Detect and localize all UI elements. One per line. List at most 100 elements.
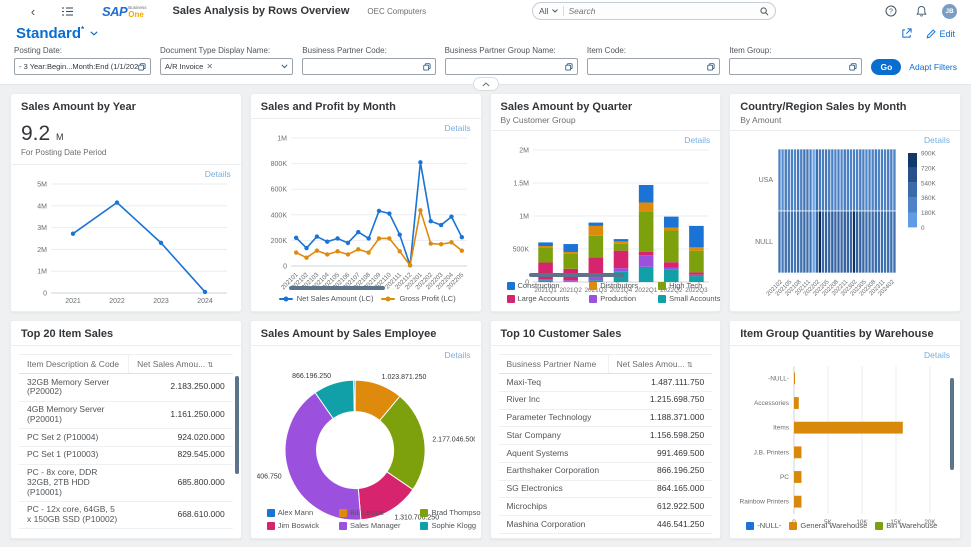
bp-group-input[interactable] [445,58,578,75]
value-help-icon[interactable] [565,63,573,71]
document-type-input[interactable]: A/R Invoice✕ [160,58,293,75]
svg-text:NULL: NULL [755,239,773,246]
card-item-group-quantities: Item Group Quantities by Warehouse Detai… [729,320,961,539]
table-row[interactable]: Microchips612.922.500 [499,498,713,516]
table-row[interactable]: 32GB Memory Server (P20002)2.183.250.000 [19,374,233,402]
legend-item: Gross Profit (LC) [381,294,455,303]
table-row[interactable]: River Inc1.215.698.750 [499,391,713,409]
column-header[interactable]: Net Sales Amou... ⇅ [129,355,233,374]
table-row[interactable]: Parameter Technology1.188.371.000 [499,409,713,427]
line-chart-sales-profit-by-month[interactable]: 0200K400K600K800K1M202101202102202103202… [257,133,475,285]
table-row[interactable]: 4GB Memory Server (P20001)1.161.250.000 [19,401,233,429]
search-scope-select[interactable]: All [539,6,563,16]
chevron-down-icon [552,9,558,13]
card-title: Top 10 Customer Sales [501,328,711,340]
search-input[interactable] [564,6,761,16]
help-icon[interactable]: ? [882,2,900,20]
line-chart-sales-by-year[interactable]: 01M2M3M4M5M2021202220232024 [17,179,235,307]
value-help-icon[interactable] [849,63,857,71]
edit-button[interactable]: Edit [926,29,955,39]
table-row[interactable]: Rainbow Color Printer 5.0 (A00004)419.87… [19,529,233,534]
details-link[interactable]: Details [924,135,950,145]
details-link[interactable]: Details [445,350,471,360]
go-button[interactable]: Go [871,59,901,75]
legend-marker [746,522,754,530]
chevron-down-icon[interactable] [90,31,98,36]
notifications-bell-icon[interactable] [912,2,930,20]
value-help-icon[interactable] [707,63,715,71]
card-top-20-item-sales: Top 20 Item Sales Item Description & Cod… [10,320,242,539]
table-row[interactable]: PC Set 1 (P10003)829.545.000 [19,446,233,464]
menu-icon[interactable] [58,2,76,20]
donut-chart-sales-by-employee[interactable]: 1.023.871.2502.177.046.5001.310.706.2503… [257,360,475,506]
legend-marker [589,282,597,290]
table-row[interactable]: PC - 8x core, DDR 32GB, 2TB HDD (P10001)… [19,464,233,501]
collapse-header-button[interactable] [473,77,499,91]
item-code-input[interactable] [587,58,720,75]
column-header[interactable]: Business Partner Name [499,355,609,374]
heatmap-country-sales[interactable]: USANULL202102202105202108202111202202202… [736,145,954,307]
remove-token-icon[interactable]: ✕ [206,62,213,71]
svg-text:360K: 360K [921,195,937,202]
filter-document-type: Document Type Display Name: A/R Invoice✕ [160,46,293,75]
card-title: Sales Amount by Sales Employee [261,328,471,340]
legend-item: Bill Levine [339,508,400,517]
card-top-10-customer-sales: Top 10 Customer Sales Business Partner N… [490,320,722,539]
column-header[interactable]: Item Description & Code [19,355,129,374]
legend-item: Bin Warehouse [875,521,937,530]
table-row[interactable]: Aquent Systems991.469.500 [499,445,713,463]
card-country-region-sales: Country/Region Sales by Month By Amount … [729,93,961,312]
svg-text:Accessories: Accessories [754,400,790,407]
details-link[interactable]: Details [684,135,710,145]
table-row[interactable]: Earthshaker Corporation866.196.250 [499,462,713,480]
table-row[interactable]: SG Electronics864.165.000 [499,480,713,498]
search-bar[interactable]: All [532,2,776,20]
table-row[interactable]: Mashina Corporation446.541.250 [499,516,713,534]
table-row[interactable]: Star Company1.156.598.250 [499,427,713,445]
stacked-bar-chart-by-quarter[interactable]: 0500K1M1.5M2M2021Q12021Q22021Q32021Q4202… [497,145,715,272]
details-link[interactable]: Details [445,123,471,133]
svg-text:PC: PC [780,474,789,481]
posting-date-input[interactable]: - 3 Year:Begin...Month:End (1/1/2021...✕ [14,58,151,75]
svg-text:3.859.406.750: 3.859.406.750 [257,473,282,480]
table-row[interactable]: PC Set 2 (P10004)924.020.000 [19,429,233,447]
bp-code-input[interactable] [302,58,435,75]
items-table-container: Item Description & CodeNet Sales Amou...… [17,348,235,534]
adapt-filters-link[interactable]: Adapt Filters [909,62,957,72]
value-help-icon[interactable] [138,63,146,71]
vertical-scrollbar[interactable] [950,378,954,470]
details-link[interactable]: Details [205,169,231,179]
legend-item: High Tech [658,281,720,290]
legend-marker [339,522,347,530]
svg-text:?: ? [889,8,893,15]
card-title: Country/Region Sales by Month [740,101,950,113]
table-row[interactable]: Maxi-Teq1.487.111.750 [499,374,713,392]
horizontal-scrollbar[interactable] [289,286,385,290]
back-icon[interactable]: ‹ [24,2,42,20]
sort-icon[interactable]: ⇅ [208,362,214,369]
svg-text:1.023.871.250: 1.023.871.250 [381,374,426,381]
filter-bp-code: Business Partner Code: [302,46,435,75]
horizontal-scrollbar[interactable] [529,273,625,277]
value-help-icon[interactable] [423,63,431,71]
table-row[interactable]: PC - 12x core, 64GB, 5 x 150GB SSD (P100… [19,501,233,529]
card-title: Sales Amount by Quarter [501,101,711,113]
legend-item: Sales Manager [339,521,400,530]
svg-text:400K: 400K [270,212,287,219]
details-link[interactable]: Details [924,350,950,360]
item-group-input[interactable] [729,58,862,75]
variant-title[interactable]: Standard* [16,25,84,42]
column-header[interactable]: Net Sales Amou... ⇅ [608,355,712,374]
company-name: OEC Computers [367,7,426,16]
kpi-value: 9.2 M [21,122,231,146]
chart-legend: ConstructionDistributorsHigh TechLarge A… [497,279,715,307]
table-row[interactable]: ADA Technologies410.948.750 [499,533,713,534]
search-icon[interactable] [760,7,769,16]
vertical-scrollbar[interactable] [235,376,239,474]
legend-marker [658,282,666,290]
chevron-down-icon[interactable] [281,64,288,69]
share-button[interactable] [901,28,912,39]
sort-icon[interactable]: ⇅ [687,362,693,369]
bar-chart-item-group-quantities[interactable]: 05K10K15K20K-NULL-AccessoriesItemsJ.B. P… [736,360,954,519]
avatar[interactable]: JB [942,4,957,19]
